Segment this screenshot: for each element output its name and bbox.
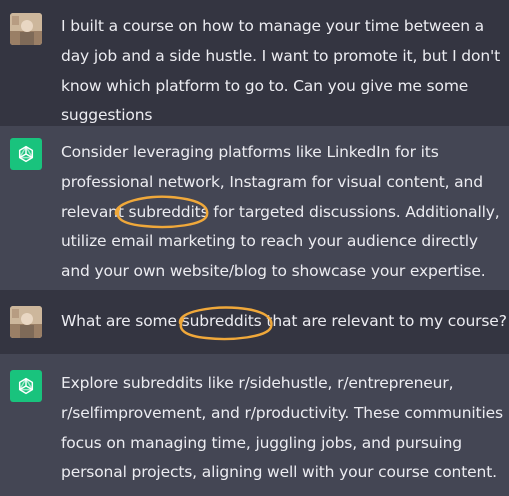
message-line: personal projects, aligning well with yo… [61,463,497,482]
message-line: r/selfimprovement, and r/productivity. T… [61,403,503,422]
message-text: I built a course on how to manage your t… [61,12,503,131]
user-avatar [10,306,42,338]
message-line: relevant subreddits for targeted discuss… [61,202,500,221]
message-text: Explore subreddits like r/sidehustle, r/… [61,369,503,488]
chat-thread: I built a course on how to manage your t… [0,0,509,496]
user-message: I built a course on how to manage your t… [0,0,509,126]
message-line: focus on managing time, juggling jobs, a… [61,433,462,452]
message-line: day job and a side hustle. I want to pro… [61,46,501,65]
message-line: Explore subreddits like r/sidehustle, r/… [61,374,454,392]
message-text: Consider leveraging platforms like Linke… [61,138,503,287]
message-line: Consider leveraging platforms like Linke… [61,143,439,161]
openai-logo-icon [10,138,42,170]
user-avatar [10,13,42,45]
message-line: I built a course on how to manage your t… [61,17,485,35]
user-message: What are some subreddits that are releva… [0,290,509,354]
assistant-message: Consider leveraging platforms like Linke… [0,126,509,290]
message-line: know which platform to go to. Can you gi… [61,76,469,95]
assistant-message: Explore subreddits like r/sidehustle, r/… [0,354,509,496]
message-line: and your own website/blog to showcase yo… [61,262,486,281]
openai-logo-icon [10,370,42,402]
message-line: What are some subreddits that are releva… [61,312,507,330]
message-line: utilize email marketing to reach your au… [61,232,478,251]
message-text: What are some subreddits that are releva… [61,307,507,337]
message-line: professional network, Instagram for visu… [61,172,483,191]
